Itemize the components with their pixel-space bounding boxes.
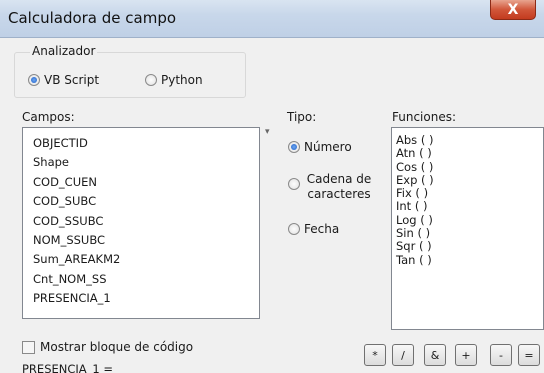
operator-minus-button[interactable]: - [490,344,512,366]
field-item[interactable]: COD_SSUBC [23,212,259,231]
radio-numero[interactable]: Número [288,140,352,154]
analyzer-label: Analizador [30,44,98,58]
field-item[interactable]: PRESENCIA_1 [23,289,259,308]
checkbox-icon [22,340,35,354]
fields-label: Campos: [22,110,75,124]
operator-divide-button[interactable]: / [392,344,414,366]
function-item[interactable]: Tan ( ) [392,253,543,267]
fields-list[interactable]: OBJECTID Shape COD_CUEN COD_SUBC COD_SSU… [22,127,260,319]
radio-selected-icon [28,74,40,86]
show-code-block-checkbox[interactable]: Mostrar bloque de código [22,340,193,354]
radio-cadena[interactable]: Cadena de caracteres [288,172,388,202]
operator-concat-button[interactable]: & [424,344,446,366]
field-item[interactable]: Shape [23,153,259,172]
function-item[interactable]: Fix ( ) [392,186,543,200]
radio-unselected-icon [288,223,300,235]
window-title: Calculadora de campo [8,9,177,27]
operator-plus-button[interactable]: + [455,344,477,366]
field-item[interactable]: COD_SUBC [23,192,259,211]
field-item[interactable]: Cnt_NOM_SS [23,270,259,289]
radio-fecha[interactable]: Fecha [288,222,339,236]
radio-unselected-icon [288,178,300,190]
function-item[interactable]: Log ( ) [392,213,543,227]
radio-label: Número [304,140,352,154]
radio-selected-icon [288,141,300,153]
radio-label: Fecha [304,222,340,236]
field-item[interactable]: NOM_SSUBC [23,231,259,250]
checkbox-label: Mostrar bloque de código [40,340,194,354]
function-item[interactable]: Abs ( ) [392,133,543,147]
function-item[interactable]: Cos ( ) [392,160,543,174]
radio-vbscript[interactable]: VB Script [28,73,99,87]
expression-label: PRESENCIA_1 = [22,362,114,373]
field-item[interactable]: OBJECTID [23,134,259,153]
radio-label: Cadena de caracteres [306,172,372,201]
close-icon: X [507,1,519,18]
function-item[interactable]: Exp ( ) [392,173,543,187]
operator-equals-button[interactable]: = [518,344,540,366]
operator-multiply-button[interactable]: * [364,344,386,366]
function-item[interactable]: Int ( ) [392,200,543,214]
function-item[interactable]: Sqr ( ) [392,240,543,254]
radio-unselected-icon [145,74,157,86]
close-button[interactable]: X [490,0,536,20]
field-item[interactable]: COD_CUEN [23,173,259,192]
function-item[interactable]: Sin ( ) [392,226,543,240]
type-label: Tipo: [287,110,317,124]
field-item[interactable]: Sum_AREAKM2 [23,250,259,269]
splitter-mark: ▾ [265,127,270,137]
functions-label: Funciones: [392,110,457,124]
title-bar: Calculadora de campo X [0,0,544,38]
radio-python[interactable]: Python [145,73,203,87]
functions-list[interactable]: Abs ( ) Atn ( ) Cos ( ) Exp ( ) Fix ( ) … [391,127,544,330]
function-item[interactable]: Atn ( ) [392,146,543,160]
radio-label: VB Script [44,73,100,87]
radio-label: Python [161,73,203,87]
